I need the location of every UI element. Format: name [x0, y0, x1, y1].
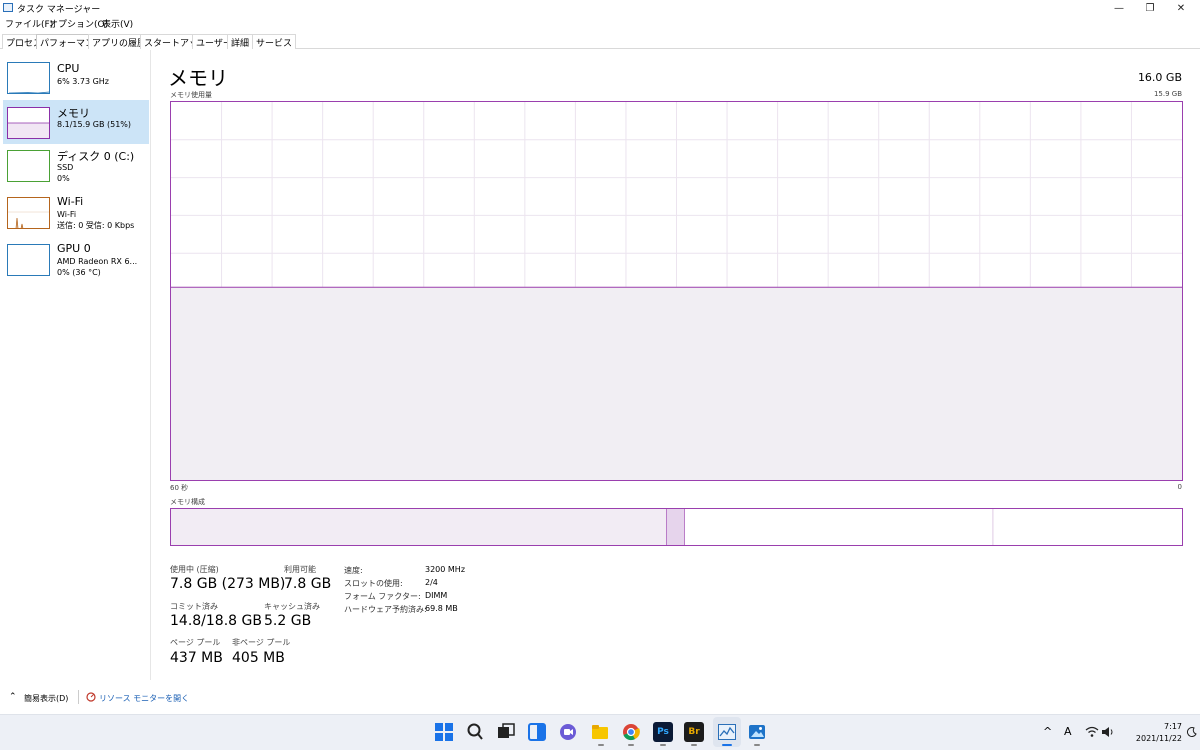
- available-label: 利用可能: [284, 565, 316, 574]
- resource-monitor-icon: [86, 692, 96, 702]
- file-explorer-running-indicator: [598, 744, 604, 746]
- photos-running-indicator: [754, 744, 760, 746]
- sidebar-wifi-throughput: 送信: 0 受信: 0 Kbps: [57, 221, 135, 230]
- task-view-icon[interactable]: [496, 722, 516, 742]
- slots-value: 2/4: [425, 578, 438, 587]
- nonpaged-pool-label: 非ページ プール: [232, 638, 291, 647]
- photos-icon[interactable]: [747, 722, 767, 742]
- total-memory: 16.0 GB: [1137, 71, 1182, 84]
- sidebar-gpu-usage: 0% (36 °C): [57, 268, 101, 277]
- disk-thumbnail: [7, 150, 50, 182]
- title-bar: [0, 0, 1200, 16]
- memory-usage-area: [171, 287, 1182, 480]
- sidebar-wifi-name: Wi-Fi: [57, 210, 77, 219]
- sidebar-memory-detail: 8.1/15.9 GB (51%): [57, 120, 132, 129]
- graph-time-end: 0: [1177, 483, 1182, 491]
- paged-pool-value: 437 MB: [170, 650, 223, 666]
- widgets-icon[interactable]: [527, 722, 547, 742]
- file-explorer-icon[interactable]: [590, 722, 610, 742]
- cpu-thumbnail: [7, 62, 50, 94]
- memory-usage-graph: [170, 101, 1183, 481]
- sidebar-cpu-title: CPU: [57, 62, 80, 75]
- paged-pool-label: ページ プール: [170, 638, 221, 647]
- memory-composition-bar: [170, 508, 1183, 546]
- sidebar-wifi-title: Wi-Fi: [57, 195, 84, 208]
- committed-label: コミット済み: [170, 602, 218, 611]
- gpu-thumbnail: [7, 244, 50, 276]
- window-title: タスク マネージャー: [17, 5, 101, 15]
- open-resource-monitor-link[interactable]: リソース モニターを開く: [99, 693, 189, 704]
- chrome-icon[interactable]: [621, 722, 641, 742]
- menu-view[interactable]: 表示(V): [102, 17, 133, 30]
- memory-thumbnail: [7, 107, 50, 139]
- nonpaged-pool-value: 405 MB: [232, 650, 285, 666]
- wifi-icon[interactable]: [1085, 726, 1099, 738]
- sidebar-disk-usage: 0%: [57, 174, 70, 183]
- wifi-thumbnail: [7, 197, 50, 229]
- hardware-reserved-label: ハードウェア予約済み:: [344, 605, 427, 614]
- tab-services[interactable]: サービス: [252, 34, 297, 49]
- clock-date[interactable]: 2021/11/22: [1122, 734, 1182, 743]
- volume-icon[interactable]: [1101, 726, 1115, 738]
- task-manager-taskbar-icon[interactable]: [717, 722, 737, 742]
- hardware-reserved-value: 69.8 MB: [425, 604, 458, 613]
- form-factor-label: フォーム ファクター:: [344, 592, 421, 601]
- speed-value: 3200 MHz: [425, 565, 466, 574]
- in-use-label: 使用中 (圧縮): [170, 565, 219, 574]
- chat-icon[interactable]: [558, 722, 578, 742]
- cached-value: 5.2 GB: [264, 613, 312, 629]
- page-title: メモリ: [168, 66, 228, 90]
- composition-modified: [666, 509, 685, 545]
- composition-in-use: [171, 509, 667, 545]
- photoshop-icon[interactable]: Ps: [653, 722, 673, 742]
- windows-start-icon[interactable]: [434, 722, 454, 742]
- task-manager-app-icon: [3, 3, 13, 12]
- menu-options[interactable]: オプション(O): [49, 17, 108, 30]
- menu-file[interactable]: ファイル(F): [5, 17, 53, 30]
- tray-chevron-icon[interactable]: ^: [1043, 725, 1052, 738]
- sidebar-gpu-title: GPU 0: [57, 242, 91, 255]
- ime-indicator[interactable]: A: [1064, 725, 1072, 738]
- notification-icon[interactable]: [1186, 727, 1197, 738]
- adobe-bridge-icon[interactable]: Br: [684, 722, 704, 742]
- clock-time[interactable]: 7:17: [1140, 722, 1182, 731]
- sidebar-cpu-detail: 6% 3.73 GHz: [57, 77, 110, 86]
- chevron-up-icon[interactable]: ⌃: [9, 692, 17, 702]
- fewer-details-button[interactable]: 簡易表示(D): [24, 693, 68, 704]
- committed-value: 14.8/18.8 GB: [170, 613, 262, 629]
- task-manager-active-indicator: [722, 744, 732, 746]
- speed-label: 速度:: [344, 566, 363, 575]
- tab-details[interactable]: 詳細: [227, 34, 254, 49]
- bridge-running-indicator: [691, 744, 697, 746]
- chrome-running-indicator: [628, 744, 634, 746]
- in-use-value: 7.8 GB (273 MB): [170, 576, 286, 592]
- memory-composition-label: メモリ構成: [170, 498, 205, 506]
- search-icon[interactable]: [465, 722, 485, 742]
- menu-bar: [0, 16, 1200, 31]
- graph-time-start: 60 秒: [170, 484, 189, 492]
- sidebar-gpu-model: AMD Radeon RX 6...: [57, 257, 138, 266]
- memory-usage-label: メモリ使用量: [170, 91, 212, 99]
- slots-label: スロットの使用:: [344, 579, 403, 588]
- form-factor-value: DIMM: [425, 591, 448, 600]
- sidebar-disk-type: SSD: [57, 163, 74, 172]
- close-button[interactable]: ✕: [1162, 0, 1200, 16]
- memory-usage-max: 15.9 GB: [1153, 90, 1182, 98]
- cached-label: キャッシュ済み: [264, 602, 320, 611]
- photoshop-running-indicator: [660, 744, 666, 746]
- footer-divider: [78, 690, 79, 704]
- available-value: 7.8 GB: [284, 576, 332, 592]
